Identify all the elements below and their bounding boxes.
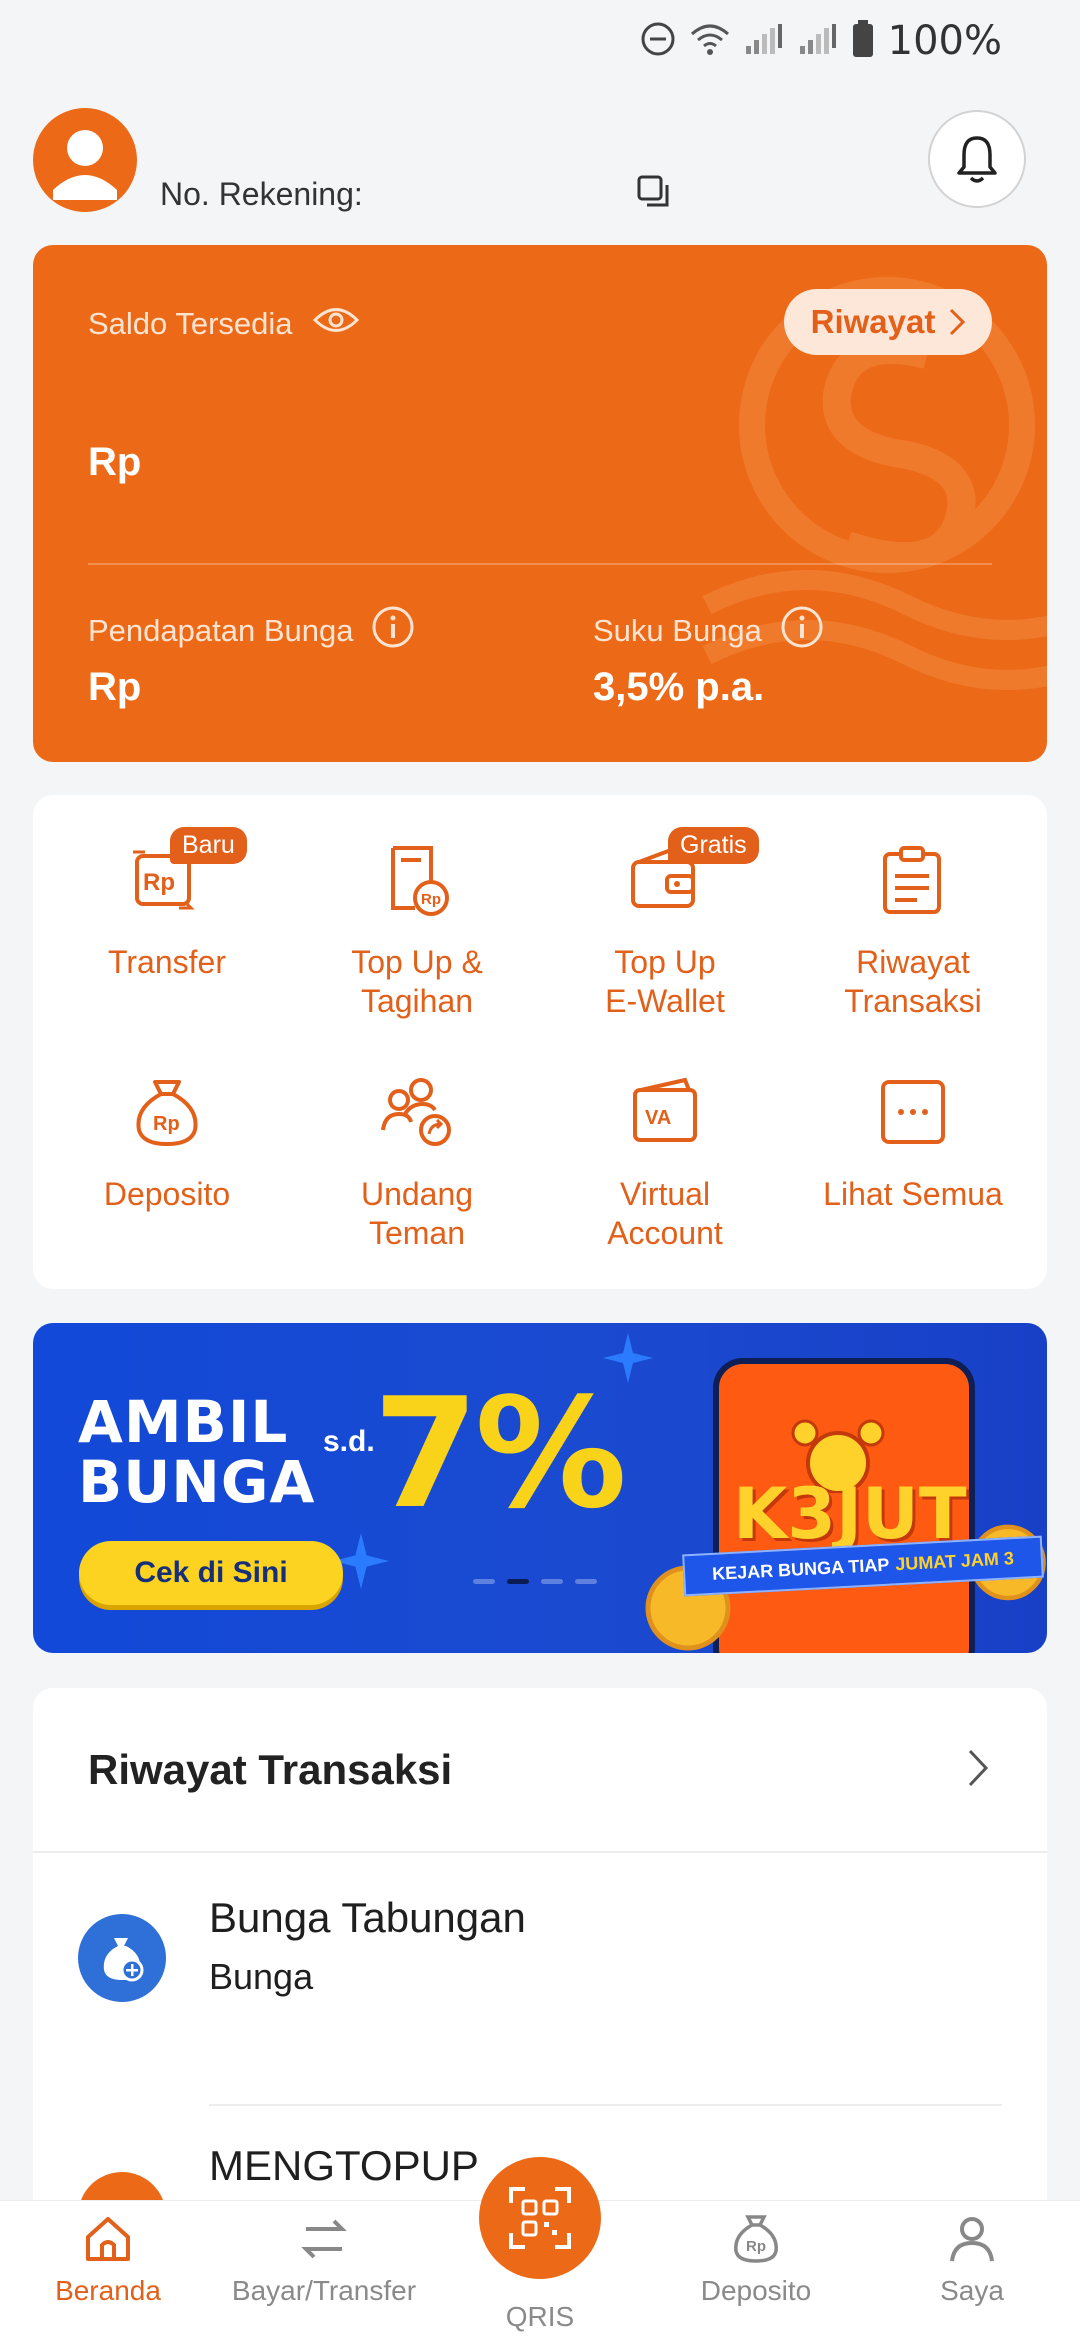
deposito-icon: Rp — [734, 2215, 778, 2263]
badge-gratis: Gratis — [668, 827, 759, 864]
money-bag-icon: Rp — [122, 1067, 212, 1157]
nav-saya[interactable]: Saya — [864, 2211, 1080, 2307]
transaction-name: MENGTOPUP — [209, 2142, 479, 2189]
carousel-dot[interactable] — [473, 1579, 495, 1584]
badge-baru: Baru — [170, 827, 247, 864]
banner-sd: s.d. — [323, 1425, 375, 1458]
header: No. Rekening: — [0, 100, 1080, 240]
qris-icon — [509, 2187, 571, 2249]
menu-item-deposito[interactable]: Rp Deposito — [42, 1067, 292, 1214]
carousel-dot[interactable] — [541, 1579, 563, 1584]
suku-bunga-label: Suku Bunga — [593, 605, 824, 657]
nav-beranda[interactable]: Beranda — [0, 2211, 216, 2307]
promo-banner[interactable]: AMBIL BUNGA s.d. 7% Cek di Sini K3JUT KE… — [33, 1323, 1047, 1653]
menu-item-undang-teman[interactable]: Undang Teman — [292, 1067, 542, 1253]
copy-icon[interactable] — [636, 174, 672, 215]
menu-item-topup-tagihan[interactable]: Rp Top Up & Tagihan — [292, 835, 542, 1021]
divider — [209, 2104, 1002, 2106]
notification-button[interactable] — [928, 110, 1026, 208]
pendapatan-bunga-value: Rp — [88, 665, 142, 709]
status-bar: 100% — [0, 0, 1080, 80]
virtual-account-icon: VA — [620, 1067, 710, 1157]
balance-card: Saldo Tersedia Riwayat Rp Pendapatan Bun… — [33, 245, 1047, 762]
nav-bayar-transfer[interactable]: Bayar/Transfer — [216, 2211, 432, 2307]
nav-deposito[interactable]: Rp Deposito — [648, 2211, 864, 2307]
qris-button[interactable] — [479, 2157, 601, 2279]
wallet-icon: Gratis — [620, 827, 759, 925]
info-icon[interactable] — [780, 605, 824, 657]
banner-headline-1: AMBIL — [78, 1388, 289, 1456]
svg-text:Rp: Rp — [143, 869, 175, 896]
bell-icon — [957, 136, 997, 183]
eye-icon[interactable] — [312, 305, 359, 343]
menu-item-virtual-account[interactable]: VA Virtual Account — [540, 1067, 790, 1253]
menu-item-lihat-semua[interactable]: Lihat Semua — [788, 1067, 1038, 1214]
chevron-right-icon — [950, 308, 966, 336]
svg-text:VA: VA — [645, 1107, 671, 1129]
transaction-history-title[interactable]: Riwayat Transaksi — [88, 1746, 452, 1794]
transaction-name: Bunga Tabungan — [209, 1894, 526, 1941]
pendapatan-bunga-label: Pendapatan Bunga — [88, 605, 415, 657]
transaction-type: Bunga — [209, 1956, 314, 1997]
bottom-navigation: Beranda Bayar/Transfer QRIS Rp Deposito … — [0, 2157, 1080, 2340]
profile-icon — [950, 2217, 994, 2262]
banner-headline-2: BUNGA — [78, 1448, 316, 1516]
invite-friends-icon — [372, 1067, 462, 1157]
menu-item-topup-ewallet[interactable]: Gratis Top Up E-Wallet — [540, 827, 790, 1021]
home-icon — [86, 2217, 130, 2261]
bill-rp-icon: Rp — [372, 835, 462, 925]
banner-cta-button[interactable]: Cek di Sini — [79, 1541, 343, 1605]
battery-icon — [852, 19, 874, 63]
suku-bunga-value: 3,5% p.a. — [593, 665, 765, 709]
wifi-icon — [690, 22, 730, 61]
savings-bag-icon — [78, 1914, 166, 2002]
signal-icon — [744, 22, 784, 61]
swap-icon — [301, 2219, 347, 2259]
info-icon[interactable] — [371, 605, 415, 657]
menu-item-transfer[interactable]: Rp Baru Transfer — [42, 827, 292, 982]
saldo-label: Saldo Tersedia — [88, 305, 359, 343]
transaction-row[interactable]: Bunga Tabungan Bunga — [33, 1852, 1047, 2106]
riwayat-button[interactable]: Riwayat — [784, 289, 992, 355]
svg-text:Rp: Rp — [153, 1113, 180, 1135]
balance-amount: Rp — [88, 440, 142, 484]
menu-item-riwayat-transaksi[interactable]: Riwayat Transaksi — [788, 835, 1038, 1021]
avatar[interactable] — [33, 108, 137, 212]
battery-percent: 100% — [887, 18, 1002, 64]
quick-menu: Rp Baru Transfer Rp Top Up & Tagihan Gra… — [33, 795, 1047, 1289]
divider — [88, 563, 992, 565]
account-number-label: No. Rekening: — [160, 176, 363, 212]
transfer-rp-icon: Rp Baru — [122, 827, 247, 925]
chevron-right-icon[interactable] — [967, 1748, 989, 1793]
carousel-dot[interactable] — [575, 1579, 597, 1584]
more-icon — [868, 1067, 958, 1157]
signal-icon — [798, 22, 838, 61]
banner-percent: 7% — [373, 1365, 627, 1542]
carousel-indicator — [473, 1579, 597, 1584]
dnd-icon — [640, 21, 676, 62]
svg-text:Rp: Rp — [746, 2238, 766, 2255]
svg-text:Rp: Rp — [421, 891, 441, 908]
clipboard-icon — [868, 835, 958, 925]
carousel-dot-active[interactable] — [507, 1579, 529, 1584]
avatar-icon — [53, 130, 117, 200]
